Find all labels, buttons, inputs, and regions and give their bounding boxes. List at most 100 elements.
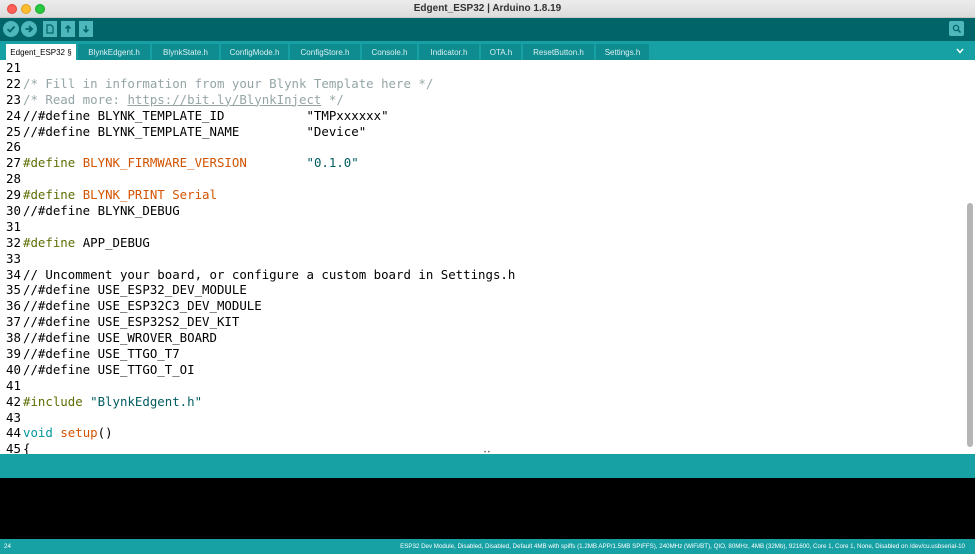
code-line[interactable]: 37//#define USE_ESP32S2_DEV_KIT: [6, 314, 515, 330]
code-line[interactable]: 24//#define BLYNK_TEMPLATE_ID "TMPxxxxxx…: [6, 108, 515, 124]
tab-edgent-esp32[interactable]: Edgent_ESP32 §: [6, 44, 77, 60]
code-area[interactable]: 21 22/* Fill in information from your Bly…: [6, 60, 515, 454]
code-line[interactable]: 40//#define USE_TTGO_T_OI: [6, 362, 515, 378]
open-arrow-up-icon: [64, 24, 72, 33]
code-line[interactable]: 23/* Read more: https://bit.ly/BlynkInje…: [6, 92, 515, 108]
line-number: 33: [6, 250, 21, 266]
arrow-right-icon: [25, 25, 34, 33]
window-title: Edgent_ESP32 | Arduino 1.8.19: [413, 3, 562, 14]
code-line[interactable]: 22/* Fill in information from your Blynk…: [6, 76, 515, 92]
line-number: 30: [6, 203, 21, 219]
code-line[interactable]: 31: [6, 219, 515, 235]
code-token: {: [23, 441, 31, 454]
line-number: 26: [6, 139, 21, 155]
code-line[interactable]: 43: [6, 410, 515, 426]
save-arrow-down-icon: [82, 25, 90, 34]
code-editor[interactable]: 21 22/* Fill in information from your Bly…: [0, 60, 975, 454]
code-line[interactable]: 32 #define APP_DEBUG: [6, 235, 515, 251]
code-line[interactable]: 26: [6, 139, 515, 155]
tab-strip: Edgent_ESP32 § BlynkEdgent.h BlynkState.…: [0, 41, 975, 60]
code-line[interactable]: 30//#define BLYNK_DEBUG: [6, 203, 515, 219]
code-line[interactable]: 36//#define USE_ESP32C3_DEV_MODULE: [6, 298, 515, 314]
code-line[interactable]: 35//#define USE_ESP32_DEV_MODULE: [6, 282, 515, 298]
chevron-down-icon: [956, 48, 964, 54]
line-number: 31: [6, 218, 21, 234]
code-line[interactable]: 27 #define BLYNK_FIRMWARE_VERSION "0.1.0": [6, 155, 515, 171]
code-token: /* Read more:: [23, 91, 128, 107]
line-number: 28: [6, 171, 21, 187]
new-file-icon: [46, 24, 54, 34]
magnifier-icon: [952, 24, 961, 33]
splitter-grip: • •: [484, 450, 490, 456]
code-token: "BlynkEdgent.h": [90, 393, 203, 409]
code-line[interactable]: 29 #define BLYNK_PRINT Serial: [6, 187, 515, 203]
tab-blynkedgent[interactable]: BlynkEdgent.h: [78, 44, 151, 60]
code-token: "0.1.0": [306, 155, 359, 171]
code-token: //#define USE_TTGO_T7: [23, 346, 180, 362]
console-splitter[interactable]: • •: [0, 450, 975, 478]
tab-console[interactable]: Console.h: [362, 44, 418, 60]
code-line[interactable]: 41: [6, 378, 515, 394]
line-number: 36: [6, 298, 21, 314]
code-line[interactable]: 34// Uncomment your board, or configure …: [6, 267, 515, 283]
tab-settings[interactable]: Settings.h: [596, 44, 650, 60]
line-number: 24: [6, 107, 21, 123]
line-number: 29: [6, 187, 21, 203]
code-token: APP_DEBUG: [82, 234, 150, 250]
code-token: //#define USE_ESP32_DEV_MODULE: [23, 282, 247, 298]
title-bar: Edgent_ESP32 | Arduino 1.8.19: [0, 0, 975, 18]
code-line[interactable]: 33: [6, 251, 515, 267]
code-token: //#define USE_ESP32S2_DEV_KIT: [23, 314, 240, 330]
line-number: 22: [6, 75, 21, 91]
toolbar: [0, 18, 975, 41]
tab-resetbutton[interactable]: ResetButton.h: [523, 44, 595, 60]
upload-button[interactable]: [21, 21, 37, 37]
line-number: 23: [6, 91, 21, 107]
code-token: void: [23, 425, 53, 441]
code-line[interactable]: 21: [6, 60, 515, 76]
code-token[interactable]: https://bit.ly/BlynkInject: [127, 92, 321, 107]
line-number: 21: [6, 60, 21, 75]
code-line[interactable]: 38//#define USE_WROVER_BOARD: [6, 330, 515, 346]
code-token: //#define USE_TTGO_T_OI: [23, 361, 195, 377]
code-token: //#define USE_ESP32C3_DEV_MODULE: [23, 298, 262, 314]
code-line[interactable]: 25//#define BLYNK_TEMPLATE_NAME "Device": [6, 124, 515, 140]
code-token: */: [321, 91, 344, 107]
line-number: 42: [6, 393, 21, 409]
line-number: 43: [6, 409, 21, 425]
line-number: 39: [6, 346, 21, 362]
new-sketch-button[interactable]: [43, 21, 57, 37]
code-line[interactable]: 44 void setup(): [6, 425, 515, 441]
code-token: #define: [23, 234, 83, 250]
serial-monitor-button[interactable]: [949, 21, 964, 36]
tab-blynkstate[interactable]: BlynkState.h: [152, 44, 220, 60]
code-token: (): [97, 425, 113, 441]
code-line[interactable]: 42 #include "BlynkEdgent.h": [6, 394, 515, 410]
line-number: 37: [6, 314, 21, 330]
code-token: #define: [23, 155, 83, 171]
editor-scrollbar[interactable]: [967, 203, 973, 447]
code-token: #define: [23, 187, 83, 203]
line-number: 38: [6, 330, 21, 346]
line-number: 41: [6, 377, 21, 393]
code-token: // Uncomment your board, or configure a …: [23, 266, 516, 282]
tab-menu-button[interactable]: [953, 44, 967, 58]
code-token: BLYNK_PRINT: [82, 187, 165, 203]
code-line[interactable]: 28: [6, 171, 515, 187]
line-number: 32: [6, 234, 21, 250]
line-number: 34: [6, 266, 21, 282]
board-info: ESP32 Dev Module, Disabled, Disabled, De…: [400, 543, 965, 550]
tab-indicator[interactable]: Indicator.h: [419, 44, 480, 60]
code-line[interactable]: 45{: [6, 441, 515, 454]
line-number: 27: [6, 155, 21, 171]
tab-configstore[interactable]: ConfigStore.h: [290, 44, 361, 60]
line-number: 40: [6, 361, 21, 377]
open-sketch-button[interactable]: [61, 21, 75, 37]
save-sketch-button[interactable]: [79, 21, 93, 37]
verify-button[interactable]: [3, 21, 19, 37]
code-token: BLYNK_FIRMWARE_VERSION: [82, 155, 247, 171]
code-line[interactable]: 39//#define USE_TTGO_T7: [6, 346, 515, 362]
tab-configmode[interactable]: ConfigMode.h: [221, 44, 289, 60]
tab-ota[interactable]: OTA.h: [481, 44, 522, 60]
